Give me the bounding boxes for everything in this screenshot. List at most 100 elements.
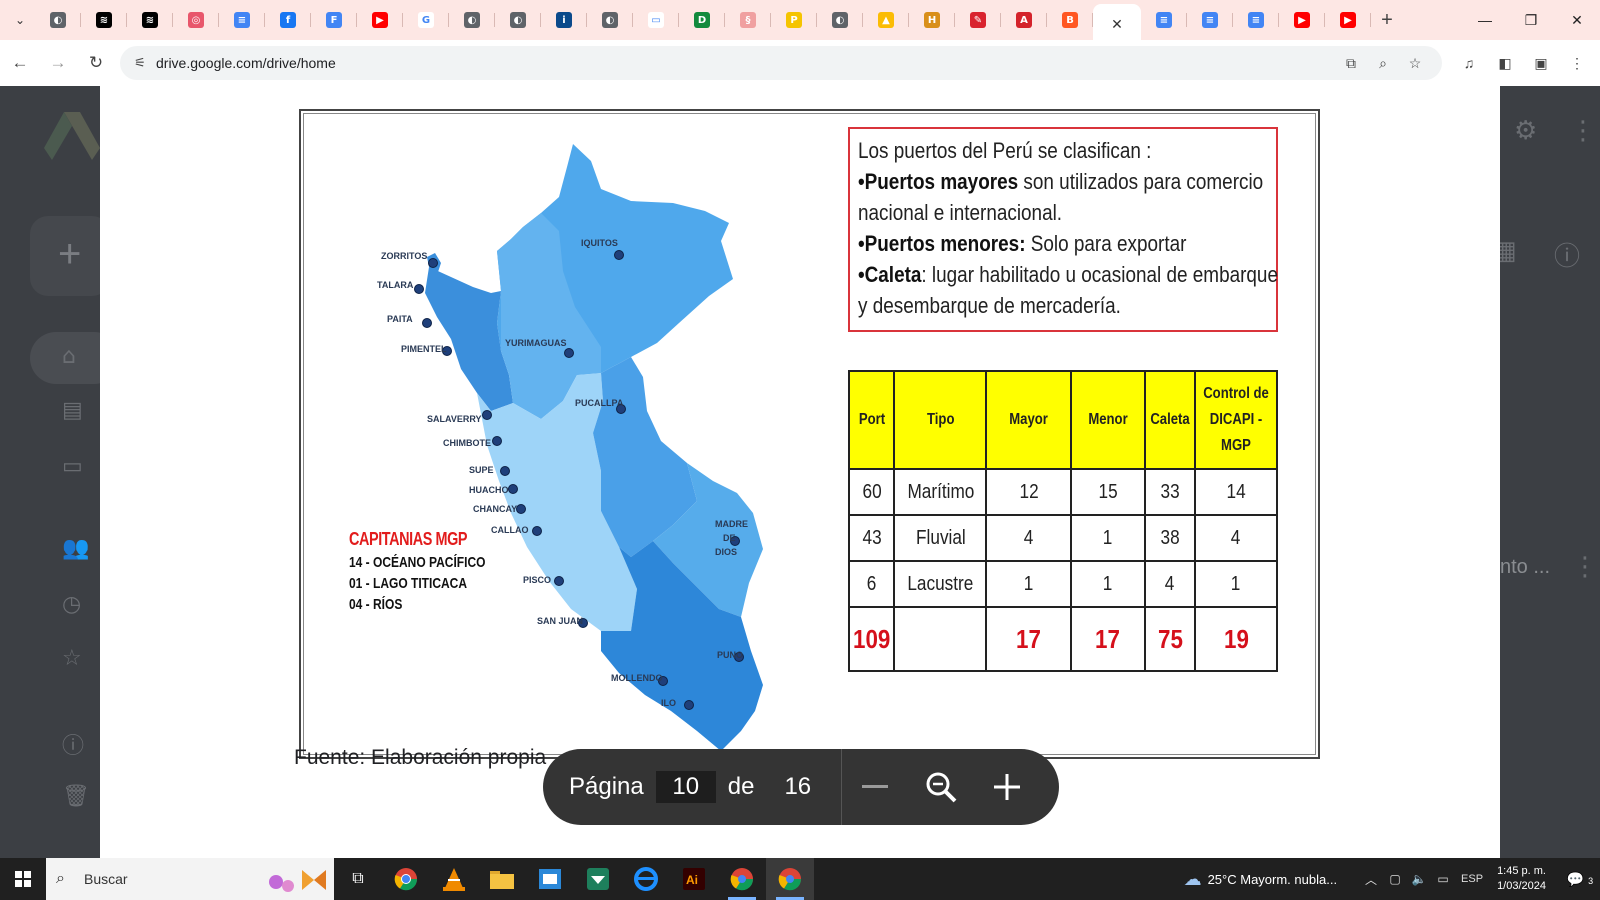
tab[interactable]: H xyxy=(909,4,955,36)
computer-icon[interactable]: ▤ xyxy=(62,398,92,428)
tab[interactable]: ◐ xyxy=(587,4,633,36)
url-text[interactable]: drive.google.com/drive/home xyxy=(156,55,336,71)
taskbar-file-explorer[interactable] xyxy=(478,858,526,900)
trash-icon[interactable]: 🗑 xyxy=(62,784,92,814)
illustrator-icon: Ai xyxy=(683,868,705,890)
tab[interactable]: D xyxy=(679,4,725,36)
tab[interactable]: i xyxy=(541,4,587,36)
taskbar-chrome-profile[interactable] xyxy=(718,858,766,900)
devices-icon[interactable]: ▭ xyxy=(62,454,92,484)
tab[interactable]: ≋ xyxy=(127,4,173,36)
settings-gear-icon[interactable]: ⚙ xyxy=(1514,116,1537,146)
taskbar-store[interactable] xyxy=(526,858,574,900)
reload-button[interactable]: ↻ xyxy=(78,45,114,81)
info-icon[interactable]: ⓘ xyxy=(1554,236,1580,273)
tab[interactable]: ≡ xyxy=(219,4,265,36)
port-label: HUACHO xyxy=(469,485,509,495)
tab[interactable]: F xyxy=(311,4,357,36)
tab-search-button[interactable]: ⌄ xyxy=(5,5,35,35)
tab[interactable]: ≡ xyxy=(1187,4,1233,36)
classification-text: Solo para exportar xyxy=(1025,231,1187,256)
apps-grid-icon[interactable]: ⋮ xyxy=(1570,116,1596,146)
zoom-icon[interactable]: ⌕ xyxy=(1372,55,1394,72)
weather-widget[interactable]: ☁ 25°C Mayorm. nubla... xyxy=(1184,869,1337,890)
plus-icon: + xyxy=(1381,8,1393,31)
media-control-icon[interactable]: ♫ xyxy=(1454,55,1484,71)
shared-users-icon[interactable]: 👥 xyxy=(62,536,92,566)
tab[interactable]: ▶ xyxy=(1279,4,1325,36)
zoom-out-button[interactable] xyxy=(842,749,908,825)
tab[interactable]: § xyxy=(725,4,771,36)
new-tab-button[interactable]: + xyxy=(1371,4,1403,36)
minimize-button[interactable]: — xyxy=(1462,0,1508,40)
taskbar-vlc[interactable] xyxy=(430,858,478,900)
tab[interactable]: ✎ xyxy=(955,4,1001,36)
recent-clock-icon[interactable]: ◷ xyxy=(62,592,92,622)
tab[interactable]: ▲ xyxy=(863,4,909,36)
tab[interactable]: A xyxy=(1001,4,1047,36)
back-button[interactable]: ← xyxy=(2,45,38,81)
site-settings-icon[interactable]: ⚟ xyxy=(124,55,156,71)
taskbar-edge[interactable] xyxy=(622,858,670,900)
tab[interactable]: ▶ xyxy=(1325,4,1371,36)
table-cell: 38 xyxy=(1143,514,1196,562)
spam-icon[interactable]: ⓘ xyxy=(62,728,92,759)
tab[interactable]: ▶ xyxy=(357,4,403,36)
store-icon xyxy=(539,869,561,889)
start-button[interactable] xyxy=(0,858,46,900)
window-controls: — ❐ ✕ xyxy=(1462,0,1600,40)
show-hidden-icons-icon[interactable]: ︿ xyxy=(1359,871,1383,888)
meet-now-icon[interactable]: ▢ xyxy=(1383,872,1407,886)
install-app-icon[interactable]: ⧉ xyxy=(1340,55,1362,72)
address-bar[interactable]: ⚟ drive.google.com/drive/home ⧉ ⌕ ☆ xyxy=(120,46,1442,80)
tab[interactable]: ◐ xyxy=(449,4,495,36)
taskbar-illustrator[interactable]: Ai xyxy=(670,858,718,900)
volume-icon[interactable]: 🔈 xyxy=(1407,872,1431,886)
site-icon: § xyxy=(740,12,756,28)
close-window-button[interactable]: ✕ xyxy=(1554,0,1600,40)
profile-avatar-icon[interactable]: ▣ xyxy=(1526,55,1556,72)
network-icon[interactable]: ▭ xyxy=(1431,872,1455,886)
side-panel-icon[interactable]: ◧ xyxy=(1490,55,1520,72)
tab[interactable]: ≡ xyxy=(1141,4,1187,36)
page-number-input[interactable] xyxy=(655,771,716,803)
tab[interactable]: ▭ xyxy=(633,4,679,36)
tab[interactable]: P xyxy=(771,4,817,36)
taskbar-search-box[interactable]: ⌕ Buscar xyxy=(46,858,334,900)
tab[interactable]: B xyxy=(1047,4,1093,36)
task-view-button[interactable]: ⧉ xyxy=(334,858,382,900)
notification-center-button[interactable]: 💬 3 xyxy=(1560,871,1600,888)
forward-button[interactable]: → xyxy=(40,45,76,81)
capitanias-line: 01 - LAGO TITICACA xyxy=(349,575,468,592)
tab[interactable]: f xyxy=(265,4,311,36)
zoom-fit-button[interactable] xyxy=(908,749,974,825)
bookmark-star-icon[interactable]: ☆ xyxy=(1404,55,1426,72)
table-header-cell: Caleta xyxy=(1143,370,1196,470)
restore-button[interactable]: ❐ xyxy=(1508,0,1554,40)
tab[interactable]: ◐ xyxy=(817,4,863,36)
search-placeholder: Buscar xyxy=(84,871,128,887)
home-icon[interactable]: ⌂ xyxy=(62,344,92,374)
tab[interactable]: ≋ xyxy=(81,4,127,36)
more-options-icon[interactable]: ⋮ xyxy=(1572,552,1598,582)
taskbar-downloader[interactable] xyxy=(574,858,622,900)
table-header-cell: Mayor xyxy=(985,370,1072,470)
zoom-in-button[interactable] xyxy=(974,749,1040,825)
internet-explorer-icon xyxy=(634,867,658,891)
tab[interactable]: ◎ xyxy=(173,4,219,36)
taskbar-chrome[interactable] xyxy=(382,858,430,900)
new-button[interactable]: + xyxy=(30,216,110,296)
close-icon[interactable]: ✕ xyxy=(1111,16,1123,33)
tab[interactable]: G xyxy=(403,4,449,36)
tab[interactable]: ◐ xyxy=(495,4,541,36)
tab[interactable]: ≡ xyxy=(1233,4,1279,36)
taskbar-chrome-active[interactable] xyxy=(766,858,814,900)
clock[interactable]: 1:45 p. m. 1/03/2024 xyxy=(1497,864,1546,894)
language-indicator[interactable]: ESP xyxy=(1455,873,1489,885)
tab[interactable]: ◐ xyxy=(35,4,81,36)
starred-icon[interactable]: ☆ xyxy=(62,646,92,676)
classification-line: •Caleta: lugar habilitado u ocasional de… xyxy=(858,259,1278,290)
tab-separator xyxy=(1370,13,1371,27)
menu-kebab-icon[interactable]: ⋮ xyxy=(1562,55,1592,72)
tab-active[interactable]: ✕ xyxy=(1093,4,1141,44)
